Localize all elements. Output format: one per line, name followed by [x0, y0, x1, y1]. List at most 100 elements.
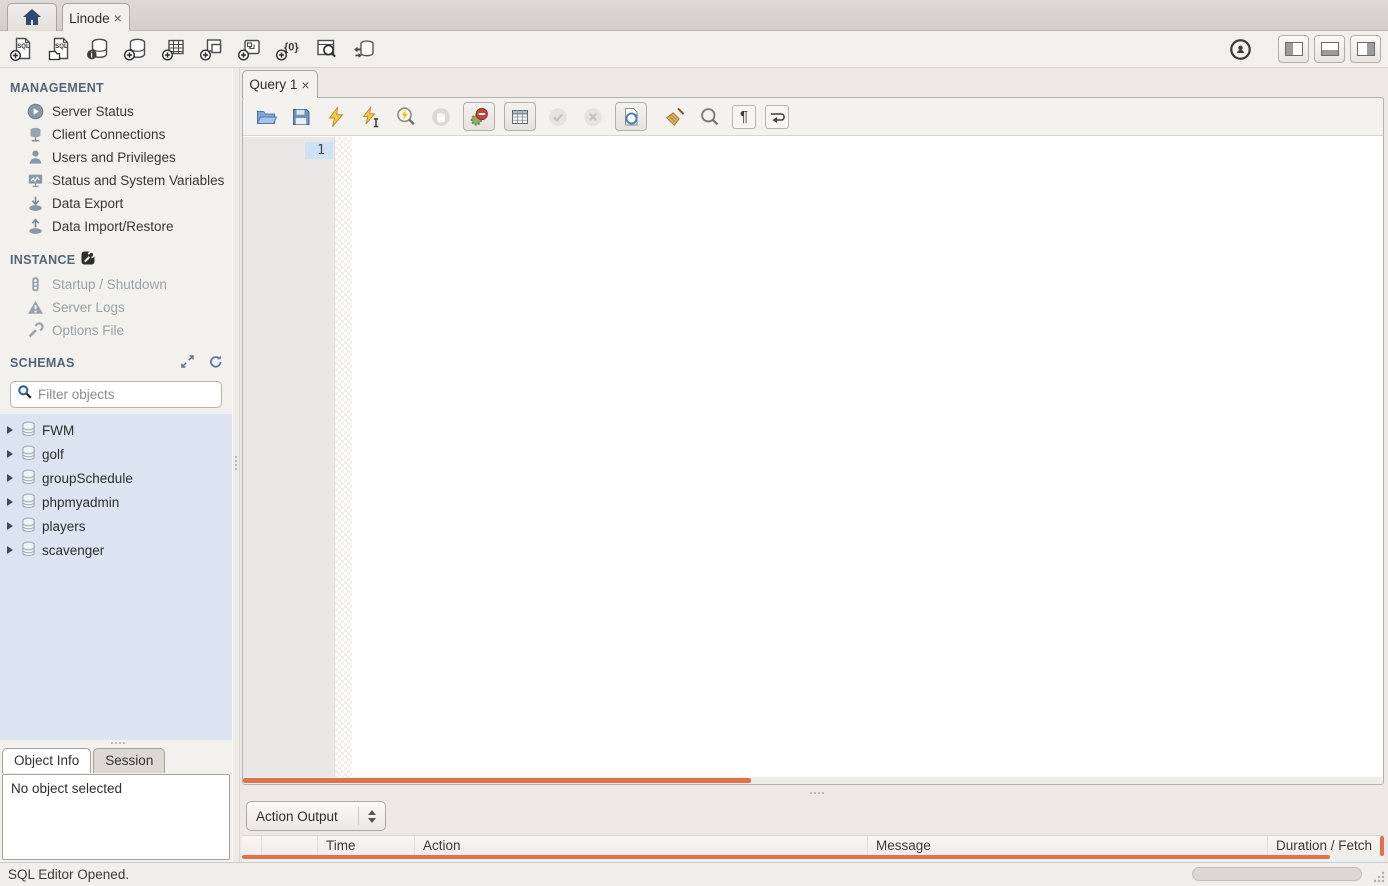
sidebar-item-label: Client Connections	[52, 127, 165, 142]
bottom-horizontal-scrollbar-thumb[interactable]	[1192, 867, 1362, 881]
create-function-icon[interactable]: {0}	[273, 35, 303, 63]
column-action[interactable]: Action	[415, 836, 868, 856]
explain-plan-icon[interactable]	[393, 104, 419, 130]
create-procedure-icon[interactable]	[235, 35, 265, 63]
users-icon	[26, 149, 44, 166]
schema-item-groupschedule[interactable]: groupSchedule	[0, 466, 232, 490]
management-title: MANAGEMENT	[10, 81, 104, 95]
find-icon[interactable]	[697, 104, 723, 130]
server-status-icon	[26, 103, 44, 120]
refresh-schemas-icon[interactable]	[208, 355, 222, 371]
sidebar-item-label: Data Export	[52, 196, 123, 211]
schema-icon	[21, 469, 36, 488]
commit-icon[interactable]	[545, 104, 571, 130]
output-select-label: Action Output	[256, 809, 338, 824]
output-grid-header: Time Action Message Duration / Fetch	[242, 835, 1384, 856]
schema-item-scavenger[interactable]: scavenger	[0, 538, 232, 562]
limit-rows-button[interactable]	[504, 102, 536, 131]
expand-arrow-icon[interactable]	[7, 426, 13, 434]
schema-item-players[interactable]: players	[0, 514, 232, 538]
execute-current-statement-icon[interactable]	[358, 104, 384, 130]
notifications-circle-icon[interactable]	[1225, 35, 1255, 63]
expand-arrow-icon[interactable]	[7, 474, 13, 482]
expand-arrow-icon[interactable]	[7, 498, 13, 506]
execute-query-icon[interactable]	[323, 104, 349, 130]
toggle-right-panel-button[interactable]	[1350, 35, 1381, 63]
toggle-autocommit-button[interactable]	[615, 102, 647, 131]
schema-tree: FWM golf groupSchedule	[0, 414, 232, 740]
sidebar-item-label: Options File	[52, 323, 124, 338]
toggle-left-panel-button[interactable]	[1278, 35, 1309, 63]
schema-inspector-icon[interactable]: i	[83, 35, 113, 63]
save-icon[interactable]	[288, 104, 314, 130]
connection-tab-close-icon[interactable]: ×	[113, 10, 123, 26]
query-tab[interactable]: Query 1 ×	[242, 70, 318, 98]
editor-scrollbar-thumb[interactable]	[243, 778, 751, 783]
rollback-icon[interactable]	[580, 104, 606, 130]
sidebar-item-label: Status and System Variables	[52, 173, 224, 188]
sidebar-item-system-variables[interactable]: Status and System Variables	[0, 169, 232, 192]
sidebar-item-startup-shutdown[interactable]: Startup / Shutdown	[0, 273, 232, 296]
create-view-icon[interactable]	[197, 35, 227, 63]
reconnect-dbms-icon[interactable]	[349, 35, 379, 63]
column-message[interactable]: Message	[868, 836, 1268, 856]
new-sql-tab-icon[interactable]: SQL	[7, 35, 37, 63]
expand-arrow-icon[interactable]	[7, 522, 13, 530]
open-file-icon[interactable]	[253, 104, 279, 130]
editor-horizontal-scrollbar[interactable]	[243, 777, 1383, 784]
svg-text:{0}: {0}	[284, 42, 299, 54]
toggle-bottom-panel-button[interactable]	[1314, 35, 1345, 63]
sidebar-item-label: Server Logs	[52, 300, 125, 315]
wrap-text-icon[interactable]	[765, 105, 789, 129]
sidebar-item-users-privileges[interactable]: Users and Privileges	[0, 146, 232, 169]
beautify-sql-icon[interactable]	[662, 104, 688, 130]
grid-vertical-scrollbar[interactable]	[1380, 836, 1384, 856]
editor-output-splitter[interactable]	[240, 786, 1388, 799]
tab-object-info[interactable]: Object Info	[2, 748, 91, 773]
column-index[interactable]	[262, 836, 318, 856]
expand-arrow-icon[interactable]	[7, 450, 13, 458]
column-duration[interactable]: Duration / Fetch	[1268, 836, 1384, 856]
sidebar-item-data-import[interactable]: Data Import/Restore	[0, 215, 232, 238]
connection-tab[interactable]: Linode ×	[62, 3, 130, 32]
create-schema-icon[interactable]	[121, 35, 151, 63]
sidebar-item-server-logs[interactable]: Server Logs	[0, 296, 232, 319]
sidebar-item-server-status[interactable]: Server Status	[0, 100, 232, 123]
schema-name: scavenger	[42, 543, 104, 558]
create-table-icon[interactable]	[159, 35, 189, 63]
sidebar-item-options-file[interactable]: Options File	[0, 319, 232, 342]
schema-filter-input[interactable]	[38, 387, 215, 402]
sidebar-item-client-connections[interactable]: Client Connections	[0, 123, 232, 146]
expand-schemas-icon[interactable]	[181, 355, 194, 371]
schema-item-fwm[interactable]: FWM	[0, 418, 232, 442]
sidebar-main-splitter[interactable]	[232, 68, 240, 862]
stop-query-icon[interactable]	[428, 104, 454, 130]
column-icon[interactable]	[242, 836, 262, 856]
invisible-characters-icon[interactable]: ¶	[732, 105, 756, 129]
schema-icon	[21, 445, 36, 464]
column-time[interactable]: Time	[318, 836, 415, 856]
window-resize-grip[interactable]	[1372, 870, 1386, 884]
sidebar-item-label: Startup / Shutdown	[52, 277, 167, 292]
expand-arrow-icon[interactable]	[7, 546, 13, 554]
sidebar-item-data-export[interactable]: Data Export	[0, 192, 232, 215]
sql-text-area[interactable]	[352, 137, 1383, 777]
open-sql-script-icon[interactable]: SQL	[45, 35, 75, 63]
schema-icon	[21, 493, 36, 512]
system-variables-icon	[26, 172, 44, 189]
toggle-stop-on-error-button[interactable]	[463, 102, 495, 131]
schema-item-phpmyadmin[interactable]: phpmyadmin	[0, 490, 232, 514]
main-toolbar: SQL SQL i {0}	[0, 31, 1388, 68]
schema-icon	[21, 517, 36, 536]
schema-item-golf[interactable]: golf	[0, 442, 232, 466]
query-tab-close-icon[interactable]: ×	[300, 77, 310, 93]
mysql-workbench-window: Linode × SQL SQL i {0}	[0, 0, 1388, 886]
search-table-data-icon[interactable]	[311, 35, 341, 63]
schema-name: golf	[42, 447, 64, 462]
management-section-header: MANAGEMENT	[0, 68, 232, 100]
home-tab[interactable]	[7, 3, 57, 32]
editor-panel: ¶ 1	[242, 97, 1384, 785]
output-type-select[interactable]: Action Output	[246, 801, 386, 831]
tab-session[interactable]: Session	[93, 748, 165, 773]
sidebar-splitter-handle[interactable]	[115, 742, 117, 744]
